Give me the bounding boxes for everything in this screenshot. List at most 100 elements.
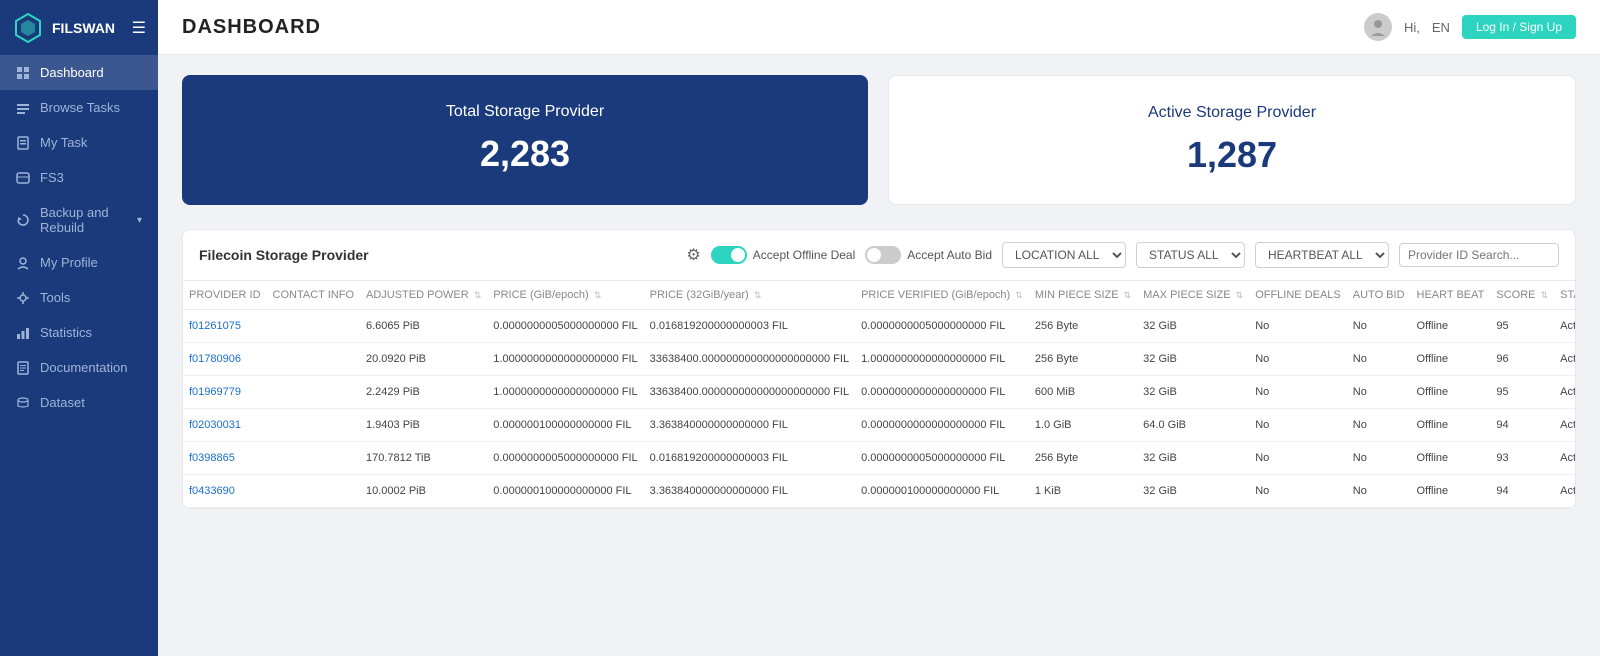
- cell-contact: [267, 376, 360, 409]
- cell-price-verified: 0.0000000000000000000 FIL: [855, 409, 1029, 442]
- cell-provider-id[interactable]: f02030031: [183, 409, 267, 442]
- cell-heartbeat: Offline: [1411, 310, 1491, 343]
- settings-icon[interactable]: ⚙: [686, 245, 700, 265]
- cell-max-piece: 64.0 GiB: [1137, 409, 1249, 442]
- cell-heartbeat: Offline: [1411, 409, 1491, 442]
- cell-price-epoch: 1.0000000000000000000 FIL: [487, 343, 643, 376]
- documentation-icon: [16, 361, 30, 375]
- total-storage-card: Total Storage Provider 2,283: [182, 75, 868, 205]
- cell-price-verified: 0.000000100000000000 FIL: [855, 475, 1029, 508]
- sidebar-item-browse-tasks[interactable]: Browse Tasks: [0, 90, 158, 125]
- sidebar-item-dashboard[interactable]: Dashboard: [0, 55, 158, 90]
- cell-power: 170.7812 TiB: [360, 442, 487, 475]
- sidebar-item-my-task[interactable]: My Task: [0, 125, 158, 160]
- cell-price-year: 33638400.000000000000000000000 FIL: [644, 343, 855, 376]
- heartbeat-filter[interactable]: HEARTBEAT ALL: [1255, 242, 1389, 268]
- cell-min-piece: 256 Byte: [1029, 442, 1137, 475]
- col-contact: CONTACT INFO: [267, 281, 360, 310]
- status-filter[interactable]: STATUS ALL: [1136, 242, 1245, 268]
- hi-label: Hi,: [1404, 20, 1420, 35]
- cell-auto-bid: No: [1347, 343, 1411, 376]
- cell-provider-id[interactable]: f01969779: [183, 376, 267, 409]
- dashboard-icon: [16, 66, 30, 80]
- offline-deal-toggle[interactable]: [711, 246, 747, 264]
- avatar: [1364, 13, 1392, 41]
- offline-deal-toggle-group: Accept Offline Deal: [711, 246, 856, 264]
- cell-score: 96: [1490, 343, 1554, 376]
- cell-max-piece: 32 GiB: [1137, 442, 1249, 475]
- cell-price-year: 3.363840000000000000 FIL: [644, 475, 855, 508]
- cell-provider-id[interactable]: f0433690: [183, 475, 267, 508]
- sidebar-item-fs3[interactable]: FS3: [0, 160, 158, 195]
- topbar-right: Hi, EN Log In / Sign Up: [1364, 13, 1576, 41]
- table-row: f02030031 1.9403 PiB 0.00000010000000000…: [183, 409, 1575, 442]
- cell-provider-id[interactable]: f01780906: [183, 343, 267, 376]
- sidebar-item-dataset[interactable]: Dataset: [0, 385, 158, 420]
- sidebar-item-statistics[interactable]: Statistics: [0, 315, 158, 350]
- topbar: DASHBOARD Hi, EN Log In / Sign Up: [158, 0, 1600, 55]
- cell-price-epoch: 0.0000000005000000000 FIL: [487, 310, 643, 343]
- cell-price-year: 3.363840000000000000 FIL: [644, 409, 855, 442]
- backup-icon: [16, 213, 30, 227]
- search-input[interactable]: [1399, 243, 1559, 267]
- total-storage-label: Total Storage Provider: [446, 103, 604, 121]
- cell-contact: [267, 343, 360, 376]
- sidebar-item-backup-rebuild[interactable]: Backup and Rebuild ▾: [0, 195, 158, 245]
- cell-score: 94: [1490, 475, 1554, 508]
- cell-max-piece: 32 GiB: [1137, 343, 1249, 376]
- table-row: f01969779 2.2429 PiB 1.00000000000000000…: [183, 376, 1575, 409]
- profile-icon: [16, 256, 30, 270]
- page-content: Total Storage Provider 2,283 Active Stor…: [158, 55, 1600, 656]
- location-filter[interactable]: LOCATION ALL: [1002, 242, 1126, 268]
- language-selector[interactable]: EN: [1432, 20, 1450, 35]
- cell-min-piece: 600 MiB: [1029, 376, 1137, 409]
- cell-min-piece: 1 KiB: [1029, 475, 1137, 508]
- cell-provider-id[interactable]: f01261075: [183, 310, 267, 343]
- sidebar-item-tools[interactable]: Tools: [0, 280, 158, 315]
- cell-status: Active: [1554, 442, 1575, 475]
- cell-heartbeat: Offline: [1411, 376, 1491, 409]
- col-score: SCORE ⇅: [1490, 281, 1554, 310]
- login-button[interactable]: Log In / Sign Up: [1462, 15, 1576, 39]
- auto-bid-toggle[interactable]: [865, 246, 901, 264]
- providers-table: PROVIDER ID CONTACT INFO ADJUSTED POWER …: [183, 281, 1575, 508]
- cell-price-verified: 0.0000000000000000000 FIL: [855, 376, 1029, 409]
- cell-offline: No: [1249, 376, 1347, 409]
- cell-power: 6.6065 PiB: [360, 310, 487, 343]
- cell-offline: No: [1249, 310, 1347, 343]
- cell-status: Active: [1554, 409, 1575, 442]
- cell-power: 1.9403 PiB: [360, 409, 487, 442]
- total-storage-value: 2,283: [480, 133, 570, 175]
- page-title: DASHBOARD: [182, 16, 321, 39]
- user-icon: [1369, 18, 1387, 36]
- sidebar-item-documentation[interactable]: Documentation: [0, 350, 158, 385]
- sidebar-item-my-profile[interactable]: My Profile: [0, 245, 158, 280]
- col-heartbeat: HEART BEAT: [1411, 281, 1491, 310]
- col-max-piece: MAX PIECE SIZE ⇅: [1137, 281, 1249, 310]
- col-provider-id: PROVIDER ID: [183, 281, 267, 310]
- cell-contact: [267, 409, 360, 442]
- cell-status: Active: [1554, 376, 1575, 409]
- providers-tbody: f01261075 6.6065 PiB 0.00000000050000000…: [183, 310, 1575, 508]
- cell-contact: [267, 310, 360, 343]
- cell-price-year: 0.016819200000000003 FIL: [644, 442, 855, 475]
- col-price-epoch: PRICE (GiB/epoch) ⇅: [487, 281, 643, 310]
- offline-deal-label: Accept Offline Deal: [753, 248, 856, 262]
- browse-tasks-icon: [16, 101, 30, 115]
- statistics-icon: [16, 326, 30, 340]
- cell-heartbeat: Offline: [1411, 475, 1491, 508]
- cell-min-piece: 1.0 GiB: [1029, 409, 1137, 442]
- table-row: f0433690 10.0002 PiB 0.00000010000000000…: [183, 475, 1575, 508]
- stats-row: Total Storage Provider 2,283 Active Stor…: [182, 75, 1576, 205]
- dataset-icon: [16, 396, 30, 410]
- active-storage-label: Active Storage Provider: [1148, 104, 1316, 122]
- auto-bid-toggle-group: Accept Auto Bid: [865, 246, 992, 264]
- cell-power: 2.2429 PiB: [360, 376, 487, 409]
- cell-provider-id[interactable]: f0398865: [183, 442, 267, 475]
- cell-price-epoch: 0.000000100000000000 FIL: [487, 409, 643, 442]
- cell-max-piece: 32 GiB: [1137, 376, 1249, 409]
- cell-status: Active: [1554, 343, 1575, 376]
- menu-toggle-icon[interactable]: ☰: [132, 18, 146, 38]
- cell-offline: No: [1249, 409, 1347, 442]
- sidebar: FILSWAN ☰ Dashboard Browse Tasks My Task…: [0, 0, 158, 656]
